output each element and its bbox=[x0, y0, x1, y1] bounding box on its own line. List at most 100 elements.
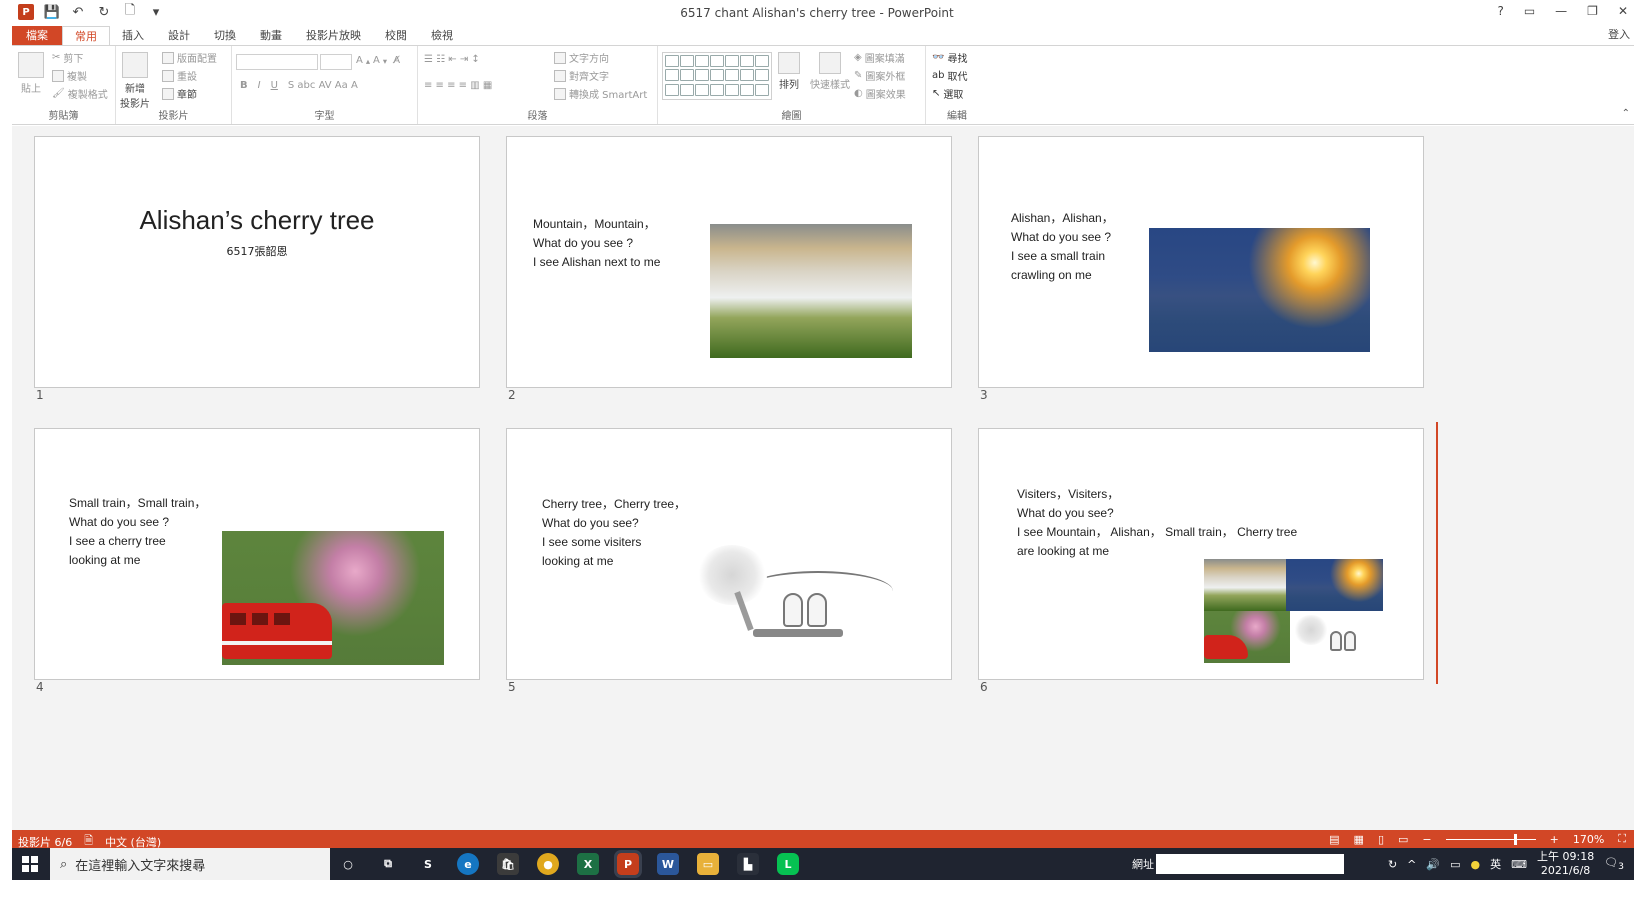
slide-thumbnail-5[interactable]: Cherry tree，Cherry tree， What do you see… bbox=[506, 428, 952, 680]
select-button[interactable]: ↖ 選取 bbox=[932, 86, 963, 101]
shape-outline-button[interactable]: ✎ 圖案外框 bbox=[854, 68, 905, 83]
taskbar-apps: ○ ⧉ S e 🛍 ● X P W ▭ ▙ L bbox=[337, 848, 799, 880]
tab-transitions[interactable]: 切換 bbox=[202, 26, 248, 46]
fit-to-window-icon[interactable]: ⛶ bbox=[1618, 832, 1626, 846]
tab-insert[interactable]: 插入 bbox=[110, 26, 156, 46]
powerpoint-icon[interactable]: P bbox=[614, 850, 642, 878]
close-button[interactable]: ✕ bbox=[1618, 4, 1628, 18]
paste-button[interactable]: 貼上 bbox=[18, 52, 44, 95]
layout-button[interactable]: 版面配置 bbox=[162, 50, 217, 65]
slide-number: 6 bbox=[980, 680, 988, 694]
tray-app-icon[interactable]: ● bbox=[1471, 858, 1481, 871]
replace-button[interactable]: ab 取代 bbox=[932, 68, 967, 83]
copy-icon bbox=[52, 69, 64, 82]
word-icon[interactable]: W bbox=[657, 853, 679, 875]
tab-slideshow[interactable]: 投影片放映 bbox=[294, 26, 373, 46]
file-explorer-icon[interactable]: ▭ bbox=[697, 853, 719, 875]
slide-number: 2 bbox=[508, 388, 516, 402]
font-size-combo[interactable] bbox=[320, 54, 352, 70]
train-shape bbox=[222, 603, 332, 659]
cut-button[interactable]: ✂ 剪下 bbox=[52, 50, 83, 65]
reset-icon bbox=[162, 69, 174, 82]
new-slide-button[interactable]: 新增 投影片 bbox=[120, 52, 150, 110]
slideshow-view-icon[interactable]: ▭ bbox=[1398, 833, 1408, 846]
tab-view[interactable]: 檢視 bbox=[419, 26, 465, 46]
tab-design[interactable]: 設計 bbox=[156, 26, 202, 46]
help-button[interactable]: ? bbox=[1497, 4, 1503, 18]
task-view-icon[interactable]: ⧉ bbox=[377, 853, 399, 875]
shapes-gallery[interactable] bbox=[662, 52, 772, 100]
tab-animations[interactable]: 動畫 bbox=[248, 26, 294, 46]
line-icon[interactable]: L bbox=[777, 853, 799, 875]
tab-file[interactable]: 檔案 bbox=[12, 26, 62, 46]
zoom-in-icon[interactable]: + bbox=[1550, 833, 1559, 846]
format-painter-button[interactable]: 🖌 複製格式 bbox=[52, 86, 108, 101]
font-format-buttons[interactable]: BIUS abc AV Aa A bbox=[240, 80, 358, 91]
store-icon[interactable]: 🛍 bbox=[497, 853, 519, 875]
pencil-icon: ✎ bbox=[854, 70, 863, 81]
group-label-paragraph: 段落 bbox=[527, 111, 548, 122]
font-family-combo[interactable] bbox=[236, 54, 318, 70]
shape-fill-button[interactable]: ◈ 圖案填滿 bbox=[854, 50, 905, 65]
restore-button[interactable]: ❐ bbox=[1587, 4, 1598, 18]
shape-effects-button[interactable]: ◐ 圖案效果 bbox=[854, 86, 906, 101]
find-button[interactable]: 👓 尋找 bbox=[932, 50, 967, 65]
system-tray: ↻ ^ 🔊 ▭ ● 英 ⌨ 上午 09:18 2021/6/8 🗨3 bbox=[1388, 850, 1624, 878]
refresh-icon[interactable]: ↻ bbox=[1388, 858, 1397, 871]
normal-view-icon[interactable]: ▤ bbox=[1329, 833, 1339, 846]
ribbon-display-button[interactable]: ▭ bbox=[1524, 4, 1535, 18]
slide-thumbnail-2[interactable]: Mountain，Mountain， What do you see ? I s… bbox=[506, 136, 952, 388]
sign-in-link[interactable]: 登入 bbox=[1608, 26, 1630, 42]
tab-review[interactable]: 校閱 bbox=[373, 26, 419, 46]
text-direction-button[interactable]: 文字方向 bbox=[554, 50, 609, 65]
smartart-button[interactable]: 轉換成 SmartArt bbox=[554, 86, 647, 101]
cortana-icon[interactable]: ○ bbox=[337, 853, 359, 875]
list-buttons[interactable]: ☰ ☷ ⇤ ⇥ ↕ bbox=[424, 54, 480, 65]
zoom-level[interactable]: 170% bbox=[1573, 833, 1604, 846]
chrome-icon[interactable]: ● bbox=[537, 853, 559, 875]
pinned-app-icon[interactable]: S bbox=[417, 853, 439, 875]
notifications-icon[interactable]: 🗨3 bbox=[1604, 856, 1624, 872]
section-button[interactable]: 章節 bbox=[162, 86, 197, 101]
reset-button[interactable]: 重設 bbox=[162, 68, 197, 83]
cherry-train-photo bbox=[1204, 611, 1290, 663]
slide-thumbnail-6[interactable]: Visiters，Visiters， What do you see? I se… bbox=[978, 428, 1424, 680]
tab-home[interactable]: 常用 bbox=[62, 26, 110, 46]
group-label-clipboard: 剪貼簿 bbox=[48, 111, 79, 122]
search-icon: ⌕ bbox=[60, 856, 68, 872]
editing-group: 👓 尋找 ab 取代 ↖ 選取 編輯 bbox=[926, 46, 988, 124]
copy-button[interactable]: 複製 bbox=[52, 68, 87, 83]
zoom-out-icon[interactable]: − bbox=[1422, 833, 1431, 846]
keyboard-icon[interactable]: ⌨ bbox=[1511, 858, 1527, 871]
windows-start-icon[interactable] bbox=[22, 856, 38, 872]
ribbon-tabs: 檔案 常用 插入 設計 切換 動畫 投影片放映 校閱 檢視 bbox=[0, 26, 1634, 46]
paint-bucket-icon: ◈ bbox=[854, 52, 862, 63]
visitors-sketch bbox=[1290, 611, 1383, 663]
collapse-ribbon-icon[interactable]: ⌃ bbox=[1622, 108, 1630, 119]
arrange-button[interactable]: 排列 bbox=[778, 52, 800, 91]
font-size-buttons[interactable]: A ▴ A ▾ A̸ bbox=[356, 55, 400, 66]
ime-indicator[interactable]: 英 bbox=[1490, 856, 1501, 872]
taskbar-search-input[interactable]: ⌕ 在這裡輸入文字來搜尋 bbox=[50, 848, 330, 880]
align-text-button[interactable]: 對齊文字 bbox=[554, 68, 609, 83]
minimize-button[interactable]: — bbox=[1555, 4, 1567, 18]
sunrise-photo bbox=[1149, 228, 1370, 352]
volume-icon[interactable]: 🔊 bbox=[1426, 858, 1440, 871]
edge-icon[interactable]: e bbox=[457, 853, 479, 875]
address-toolbar-input[interactable] bbox=[1156, 854, 1344, 874]
mountain-photo bbox=[1204, 559, 1286, 611]
slide-thumbnail-3[interactable]: Alishan，Alishan， What do you see ? I see… bbox=[978, 136, 1424, 388]
new-slide-icon bbox=[122, 52, 148, 78]
excel-icon[interactable]: X bbox=[577, 853, 599, 875]
zoom-slider[interactable] bbox=[1445, 833, 1536, 845]
slide-sorter-view-icon[interactable]: ▦ bbox=[1354, 833, 1364, 846]
slide-thumbnail-1[interactable]: Alishan’s cherry tree 6517張韶恩 bbox=[34, 136, 480, 388]
slide-thumbnail-4[interactable]: Small train，Small train， What do you see… bbox=[34, 428, 480, 680]
chevron-up-icon[interactable]: ^ bbox=[1407, 858, 1416, 871]
quick-styles-button[interactable]: 快速樣式 bbox=[810, 52, 850, 91]
clock[interactable]: 上午 09:18 2021/6/8 bbox=[1537, 850, 1594, 878]
align-buttons[interactable]: ≡ ≡ ≡ ≡ ▥ ▦ bbox=[424, 80, 492, 91]
pinned-tool-icon[interactable]: ▙ bbox=[737, 853, 759, 875]
network-icon[interactable]: ▭ bbox=[1450, 858, 1460, 871]
reading-view-icon[interactable]: ▯ bbox=[1378, 833, 1384, 846]
